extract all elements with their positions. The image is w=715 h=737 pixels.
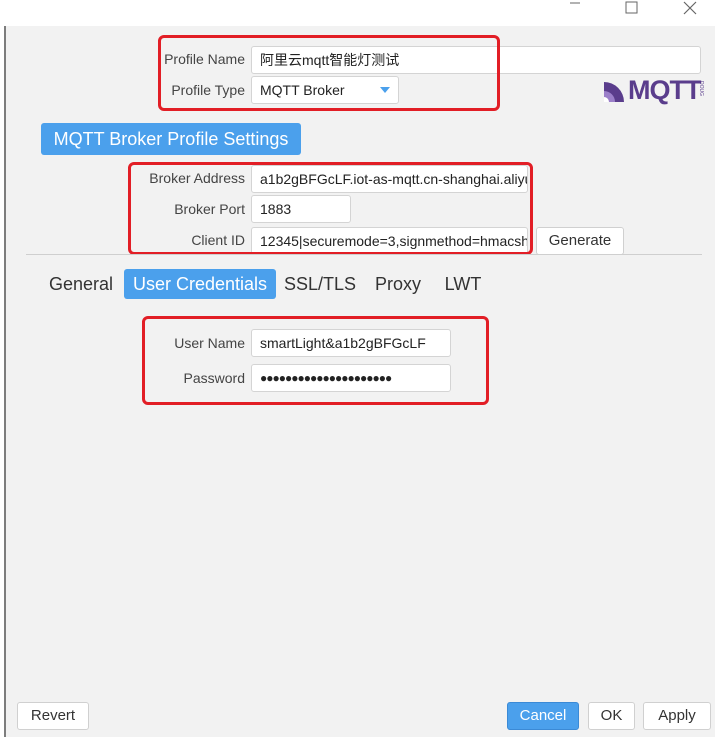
annotation-highlight-credentials xyxy=(142,316,489,405)
tab-ssl-tls[interactable]: SSL/TLS xyxy=(282,269,358,299)
revert-button[interactable]: Revert xyxy=(17,702,89,730)
minimize-icon[interactable] xyxy=(560,0,590,16)
logo-text: MQTT xyxy=(628,75,701,105)
generate-button[interactable]: Generate xyxy=(536,227,624,255)
mqtt-logo: MQTT DOUG xyxy=(602,75,704,105)
window-titlebar xyxy=(0,0,715,26)
ok-button[interactable]: OK xyxy=(588,702,635,730)
tab-lwt[interactable]: LWT xyxy=(438,269,488,299)
tab-general[interactable]: General xyxy=(42,269,120,299)
logo-subtext: DOUG xyxy=(698,81,704,96)
apply-button[interactable]: Apply xyxy=(643,702,711,730)
tab-proxy[interactable]: Proxy xyxy=(370,269,426,299)
annotation-highlight-profile xyxy=(158,35,500,111)
edit-connection-profile-dialog: Profile Name 阿里云mqtt智能灯测试 Profile Type M… xyxy=(4,26,715,737)
annotation-highlight-broker xyxy=(128,162,533,255)
close-icon[interactable] xyxy=(675,1,705,17)
section-divider xyxy=(26,254,702,255)
section-title: MQTT Broker Profile Settings xyxy=(41,123,301,155)
maximize-icon[interactable] xyxy=(616,1,646,17)
cancel-button[interactable]: Cancel xyxy=(507,702,579,730)
tab-user-credentials[interactable]: User Credentials xyxy=(124,269,276,299)
